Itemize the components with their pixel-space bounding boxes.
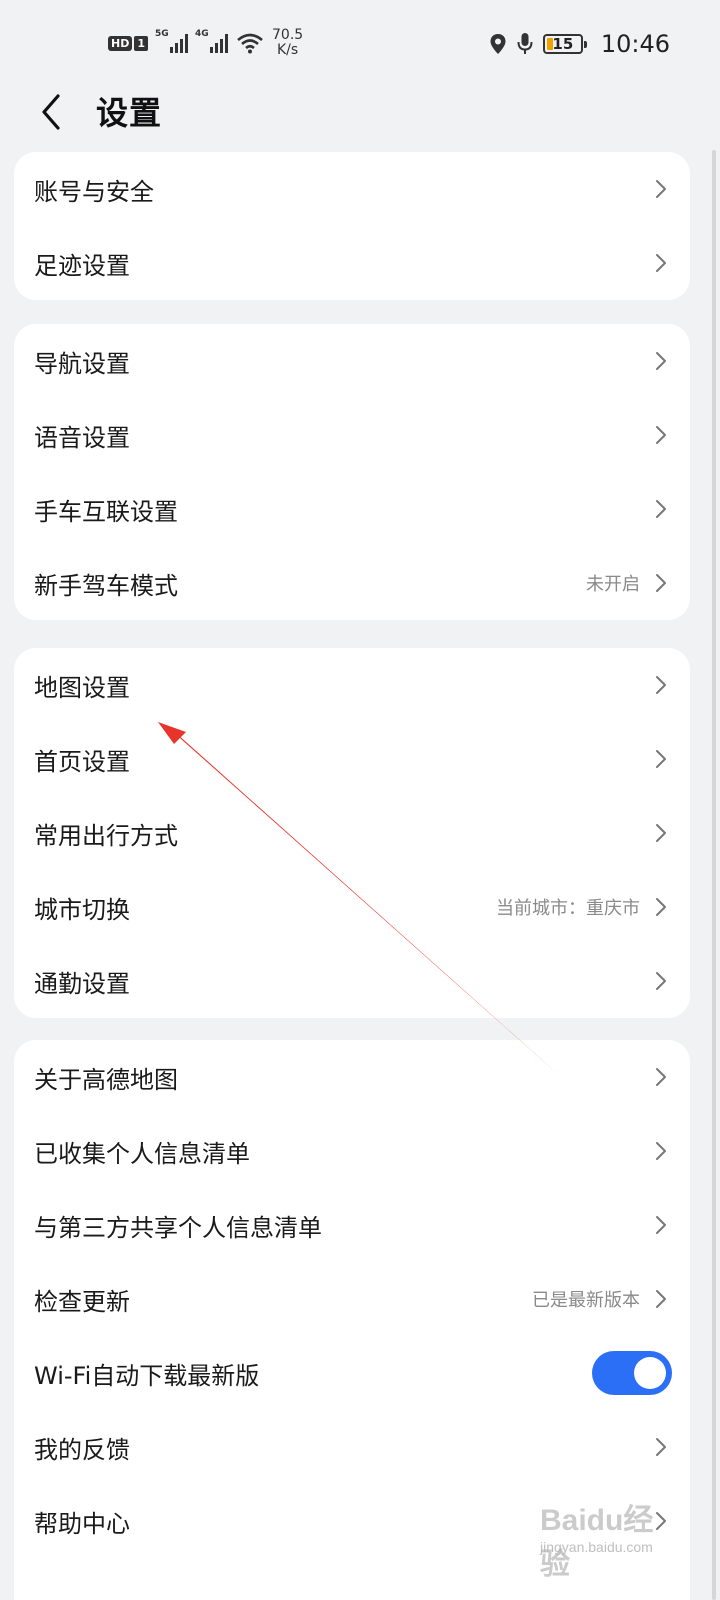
chevron-right-icon xyxy=(656,676,666,694)
chevron-right-icon xyxy=(656,824,666,842)
net2-label: 4G xyxy=(195,29,209,39)
hd-voice-icon: HD 1 xyxy=(108,35,148,51)
status-left: HD 1 5G 4G 70.5 K/s xyxy=(108,28,303,58)
item-value: 当前城市：重庆市 xyxy=(496,898,640,919)
hd-label: HD xyxy=(108,35,133,51)
chevron-right-icon xyxy=(656,180,666,198)
settings-item-novice-mode[interactable]: 新手驾车模式 未开启 xyxy=(14,546,690,620)
signal-4g-icon: 4G xyxy=(195,29,228,53)
sim-label: 1 xyxy=(134,35,148,51)
item-label: 足迹设置 xyxy=(34,251,130,280)
toggle-knob xyxy=(634,1357,666,1389)
settings-item-account-security[interactable]: 账号与安全 xyxy=(14,152,690,226)
item-label: 与第三方共享个人信息清单 xyxy=(34,1213,322,1242)
settings-item-footprint[interactable]: 足迹设置 xyxy=(14,226,690,300)
status-right: 15 10:46 xyxy=(489,30,670,58)
item-value: 未开启 xyxy=(586,574,640,595)
item-label: 常用出行方式 xyxy=(34,821,178,850)
chevron-right-icon xyxy=(656,750,666,768)
chevron-right-icon xyxy=(656,898,666,916)
settings-group-map: 地图设置 首页设置 常用出行方式 城市切换 当前城市：重庆市 通勤设置 xyxy=(14,648,690,1018)
chevron-right-icon xyxy=(656,1068,666,1086)
item-label: 帮助中心 xyxy=(34,1509,130,1538)
item-label: 关于高德地图 xyxy=(34,1065,178,1094)
wifi-auto-download-toggle[interactable] xyxy=(592,1351,672,1395)
item-label: 导航设置 xyxy=(34,349,130,378)
signal-5g-icon: 5G xyxy=(155,29,188,53)
battery-icon: 15 xyxy=(542,34,587,54)
settings-group-navigation: 导航设置 语音设置 手车互联设置 新手驾车模式 未开启 xyxy=(14,324,690,620)
item-label: Wi-Fi自动下载最新版 xyxy=(34,1361,260,1390)
network-speed: 70.5 K/s xyxy=(272,28,303,58)
chevron-right-icon xyxy=(656,972,666,990)
header: 设置 xyxy=(0,86,720,136)
wifi-icon xyxy=(237,33,263,54)
net1-label: 5G xyxy=(155,29,169,39)
status-time: 10:46 xyxy=(600,30,670,58)
baidu-watermark: Baidu经验 jingyan.baidu.com xyxy=(540,1495,680,1581)
item-label: 检查更新 xyxy=(34,1287,130,1316)
location-icon xyxy=(490,34,506,54)
item-value: 已是最新版本 xyxy=(532,1290,640,1311)
settings-item-voice[interactable]: 语音设置 xyxy=(14,398,690,472)
microphone-icon xyxy=(517,33,533,54)
settings-item-about[interactable]: 关于高德地图 xyxy=(14,1040,690,1114)
settings-item-map[interactable]: 地图设置 xyxy=(14,648,690,722)
item-label: 新手驾车模式 xyxy=(34,571,178,600)
settings-item-commute[interactable]: 通勤设置 xyxy=(14,944,690,1018)
battery-level: 15 xyxy=(552,35,574,53)
item-label: 手车互联设置 xyxy=(34,497,178,526)
settings-item-feedback[interactable]: 我的反馈 xyxy=(14,1410,690,1484)
settings-item-homepage[interactable]: 首页设置 xyxy=(14,722,690,796)
settings-item-city-switch[interactable]: 城市切换 当前城市：重庆市 xyxy=(14,870,690,944)
chevron-right-icon xyxy=(656,1290,666,1308)
settings-item-car-link[interactable]: 手车互联设置 xyxy=(14,472,690,546)
item-label: 城市切换 xyxy=(34,895,130,924)
chevron-right-icon xyxy=(656,500,666,518)
speed-unit: K/s xyxy=(276,42,299,58)
page-title: 设置 xyxy=(96,94,163,132)
chevron-right-icon xyxy=(656,1216,666,1234)
item-label: 首页设置 xyxy=(34,747,130,776)
chevron-right-icon xyxy=(656,1438,666,1456)
chevron-right-icon xyxy=(656,254,666,272)
chevron-right-icon xyxy=(656,352,666,370)
item-label: 通勤设置 xyxy=(34,969,130,998)
item-label: 语音设置 xyxy=(34,423,130,452)
watermark-url: jingyan.baidu.com xyxy=(540,1539,653,1555)
scrollbar[interactable] xyxy=(712,150,716,1600)
chevron-right-icon xyxy=(656,426,666,444)
settings-item-wifi-auto-download: Wi-Fi自动下载最新版 xyxy=(14,1336,690,1410)
settings-item-check-update[interactable]: 检查更新 已是最新版本 xyxy=(14,1262,690,1336)
speed-value: 70.5 xyxy=(272,27,304,43)
settings-item-shared-info[interactable]: 与第三方共享个人信息清单 xyxy=(14,1188,690,1262)
item-label: 我的反馈 xyxy=(34,1435,130,1464)
settings-item-navigation[interactable]: 导航设置 xyxy=(14,324,690,398)
settings-item-collected-info[interactable]: 已收集个人信息清单 xyxy=(14,1114,690,1188)
item-label: 地图设置 xyxy=(34,673,130,702)
status-bar: HD 1 5G 4G 70.5 K/s 15 10:46 xyxy=(0,0,720,92)
chevron-right-icon xyxy=(656,574,666,592)
chevron-right-icon xyxy=(656,1142,666,1160)
item-label: 已收集个人信息清单 xyxy=(34,1139,250,1168)
settings-group-account: 账号与安全 足迹设置 xyxy=(14,152,690,300)
settings-item-travel-mode[interactable]: 常用出行方式 xyxy=(14,796,690,870)
back-arrow-icon[interactable] xyxy=(34,90,74,134)
item-label: 账号与安全 xyxy=(34,177,154,206)
